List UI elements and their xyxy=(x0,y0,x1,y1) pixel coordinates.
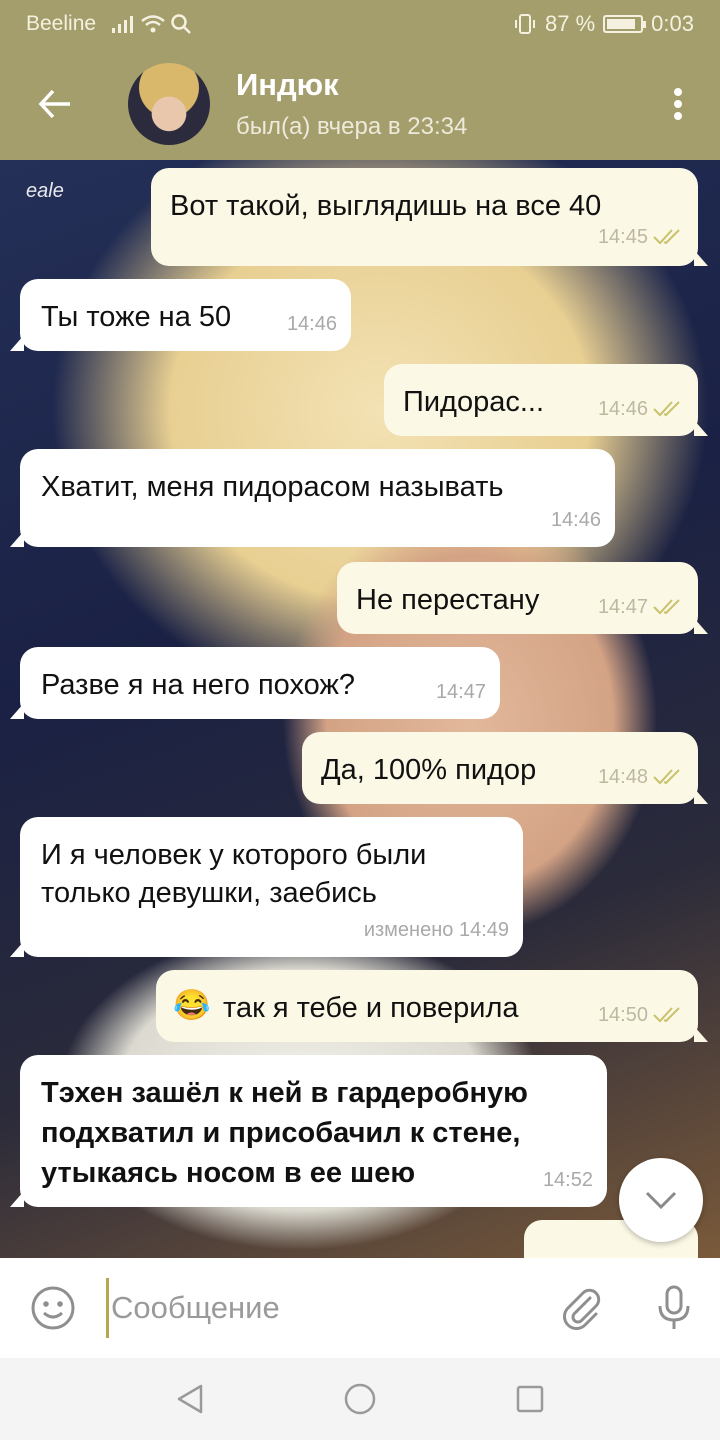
paperclip-icon xyxy=(563,1288,601,1330)
more-options-button[interactable] xyxy=(636,48,720,160)
message-list[interactable]: eale Вот такой, выглядишь на все 40 14:4… xyxy=(0,160,720,1258)
avatar[interactable] xyxy=(128,63,210,145)
message-text-line: И я человек у которого были xyxy=(41,839,427,871)
carrier-name: Beeline xyxy=(26,12,97,35)
message-text-line: утыкаясь носом в ее шею xyxy=(41,1157,416,1189)
message-time: 14:47 xyxy=(597,596,648,618)
clock: 0:03 xyxy=(651,11,694,36)
message-text: Пидорас... xyxy=(403,386,545,418)
last-seen-status: был(а) вчера в 23:34 xyxy=(236,113,468,140)
voice-message-button[interactable] xyxy=(628,1258,720,1358)
message-composer xyxy=(0,1258,720,1358)
message-time: 14:50 xyxy=(597,1004,648,1026)
emoji-button[interactable] xyxy=(0,1258,106,1358)
microphone-icon xyxy=(658,1285,690,1329)
message-text-line: только девушки, заебись xyxy=(41,877,377,909)
more-vertical-icon xyxy=(674,88,682,120)
triangle-back-icon xyxy=(177,1384,203,1414)
attach-button[interactable] xyxy=(536,1258,628,1358)
message-text: Хватит, меня пидорасом называть xyxy=(41,471,504,503)
chevron-down-icon xyxy=(645,1191,677,1210)
wifi-icon xyxy=(141,15,165,33)
circle-home-icon xyxy=(344,1383,376,1415)
message-time: 14:52 xyxy=(542,1169,593,1191)
scroll-to-bottom-button[interactable] xyxy=(619,1158,703,1242)
message-bubble[interactable]: Разве я на него похож? 14:47 xyxy=(10,647,500,719)
message-input[interactable] xyxy=(106,1278,536,1338)
message-text: Не перестану xyxy=(356,584,540,616)
message-time: 14:46 xyxy=(286,313,337,335)
message-text-line: Тэхен зашёл к ней в гардеробную xyxy=(41,1077,528,1109)
message-bubble[interactable]: Хватит, меня пидорасом называть 14:46 xyxy=(10,449,615,547)
contact-info[interactable]: Индюк был(а) вчера в 23:34 xyxy=(236,67,467,141)
square-recents-icon xyxy=(516,1385,544,1413)
message-text: Разве я на него похож? xyxy=(41,669,355,701)
message-bubble[interactable]: Тэхен зашёл к ней в гардеробную подхвати… xyxy=(10,1055,607,1207)
message-time: 14:45 xyxy=(597,226,648,248)
double-check-icon xyxy=(653,1007,680,1023)
message-time: изменено 14:49 xyxy=(363,919,509,941)
message-text: Вот такой, выглядишь на все 40 xyxy=(170,190,602,222)
back-button[interactable] xyxy=(0,48,110,160)
arrow-left-icon xyxy=(38,89,70,119)
nav-recents-button[interactable] xyxy=(500,1369,560,1429)
message-bubble[interactable]: Да, 100% пидор 14:48 xyxy=(302,732,708,804)
message-bubble[interactable]: 😂 так я тебе и поверила 14:50 xyxy=(156,970,708,1042)
nav-back-button[interactable] xyxy=(160,1369,220,1429)
message-time: 14:46 xyxy=(550,509,601,531)
double-check-icon xyxy=(653,401,680,417)
status-bar: Beeline 87 % 0:03 xyxy=(0,0,720,48)
message-text-line: подхватил и присобачил к стене, xyxy=(41,1117,521,1149)
message-bubble[interactable]: И я человек у которого были только девуш… xyxy=(10,817,523,957)
contact-name: Индюк xyxy=(236,67,339,102)
search-icon xyxy=(171,14,191,34)
chat-header: Индюк был(а) вчера в 23:34 xyxy=(0,48,720,160)
wallpaper-watermark: eale xyxy=(26,180,64,202)
system-nav-bar xyxy=(0,1358,720,1440)
message-time: 14:48 xyxy=(597,766,648,788)
double-check-icon xyxy=(653,769,680,785)
battery-percent: 87 % xyxy=(545,11,596,36)
message-bubble[interactable]: Не перестану 14:47 xyxy=(337,562,708,634)
laughing-emoji-icon: 😂 xyxy=(173,989,211,1022)
message-text: так я тебе и поверила xyxy=(223,992,519,1024)
battery-icon xyxy=(603,15,647,33)
message-bubble[interactable]: Вот такой, выглядишь на все 40 14:45 xyxy=(151,168,708,266)
message-time: 14:47 xyxy=(435,681,486,703)
nav-home-button[interactable] xyxy=(330,1369,390,1429)
double-check-icon xyxy=(653,599,680,615)
message-time: 14:46 xyxy=(597,398,648,420)
message-text: Ты тоже на 50 xyxy=(41,301,232,333)
message-bubble[interactable]: Пидорас... 14:46 xyxy=(384,364,708,436)
signal-icon xyxy=(112,16,134,33)
message-bubble[interactable]: Ты тоже на 50 14:46 xyxy=(10,279,351,351)
double-check-icon xyxy=(653,229,680,245)
vibrate-icon xyxy=(515,14,536,34)
smiley-icon xyxy=(31,1286,75,1330)
message-text: Да, 100% пидор xyxy=(321,754,537,786)
